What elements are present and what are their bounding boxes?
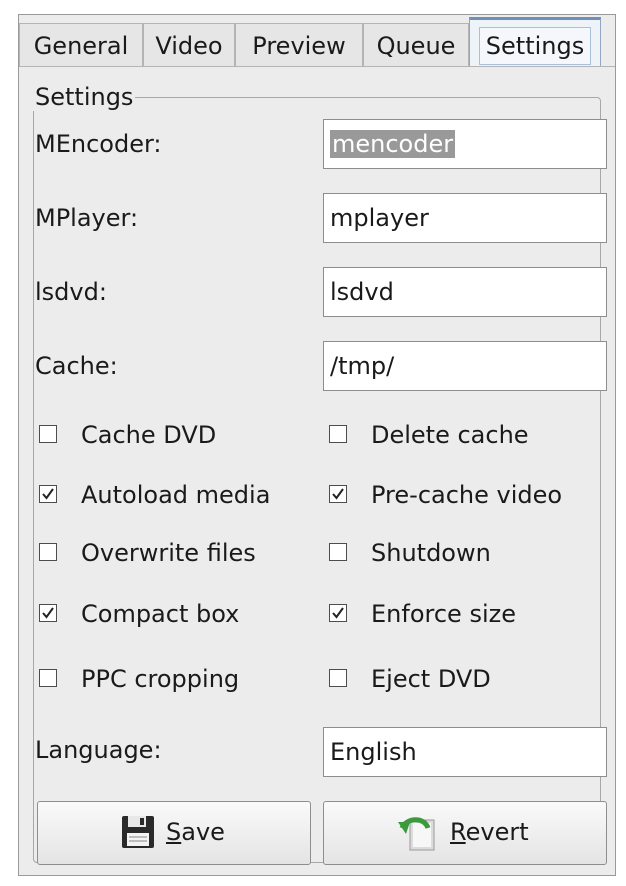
tab-general[interactable]: General — [19, 23, 143, 67]
settings-window: General Video Preview Queue Settings Set… — [18, 14, 616, 876]
save-button[interactable]: Save — [37, 801, 311, 865]
checkbox-box — [329, 669, 347, 687]
checkmark-icon — [332, 488, 344, 500]
tab-settings[interactable]: Settings — [469, 17, 601, 67]
checkbox-box — [39, 425, 57, 443]
tab-bar: General Video Preview Queue Settings — [19, 15, 615, 67]
cache-label: Cache: — [35, 352, 118, 380]
language-field[interactable]: English — [323, 727, 607, 777]
tab-divider — [19, 66, 615, 67]
cache-field[interactable]: /tmp/ — [323, 341, 607, 391]
checkmark-icon — [332, 607, 344, 619]
mencoder-label: MEncoder: — [35, 130, 162, 158]
settings-group-title: Settings — [33, 83, 136, 111]
tab-video[interactable]: Video — [143, 23, 235, 67]
checkbox-box — [39, 669, 57, 687]
mencoder-field[interactable]: mencoder — [323, 119, 607, 169]
lsdvd-field[interactable]: lsdvd — [323, 267, 607, 317]
lsdvd-label: lsdvd: — [35, 278, 107, 306]
tab-preview[interactable]: Preview — [235, 23, 363, 67]
checkbox-box — [329, 543, 347, 561]
save-button-label: Save — [166, 818, 225, 846]
revert-button-label: Revert — [450, 818, 529, 846]
mplayer-label: MPlayer: — [35, 204, 139, 232]
tab-queue[interactable]: Queue — [363, 23, 469, 67]
checkmark-icon — [42, 607, 54, 619]
mencoder-field-value: mencoder — [330, 130, 456, 158]
language-label: Language: — [35, 736, 162, 764]
checkmark-icon — [42, 488, 54, 500]
revert-arrow-icon — [396, 814, 440, 858]
checkbox-box — [329, 425, 347, 443]
floppy-disk-icon — [120, 814, 156, 856]
mplayer-field[interactable]: mplayer — [323, 193, 607, 243]
checkbox-box — [39, 604, 57, 622]
checkbox-box — [329, 485, 347, 503]
revert-button[interactable]: Revert — [323, 801, 607, 865]
checkbox-box — [329, 604, 347, 622]
checkbox-box — [39, 485, 57, 503]
checkbox-box — [39, 543, 57, 561]
